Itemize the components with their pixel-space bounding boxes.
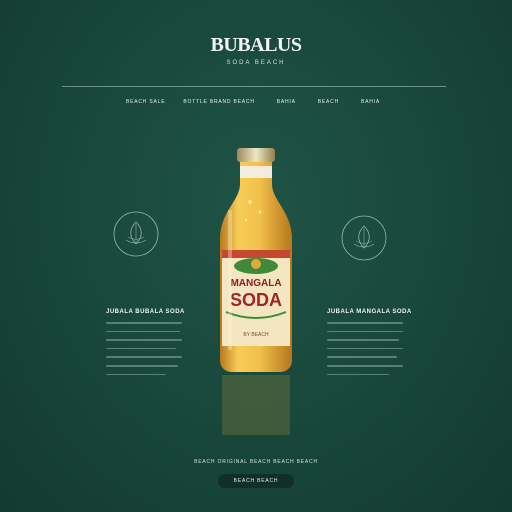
main-nav: BEACH SALE BOTTLE BRAND BEACH BAHIA BEAC… xyxy=(0,99,512,105)
brand-logo[interactable]: BUBALUS xyxy=(0,34,512,57)
left-circle-leaf-icon xyxy=(113,211,159,257)
product-bottle-image: MANGALA SODA BY BEACH xyxy=(220,148,292,372)
cta-button[interactable]: BEACH BEACH xyxy=(218,474,294,488)
left-column-heading: JUBALA BUBALA SODA xyxy=(106,309,185,315)
nav-item-3[interactable]: BAHIA xyxy=(275,99,298,105)
nav-item-4[interactable]: BEACH xyxy=(316,99,341,105)
nav-item-1[interactable]: BEACH SALE xyxy=(124,99,167,105)
nav-item-5[interactable]: BAHIA xyxy=(359,99,382,105)
brand-tagline: SODA BEACH xyxy=(226,60,286,66)
label-small-text: BY BEACH xyxy=(243,332,269,338)
right-circle-leaf-icon xyxy=(341,215,387,261)
product-reflection xyxy=(222,375,290,435)
right-column-heading: JUBALA MANGALA SODA xyxy=(327,309,412,315)
label-line-1: MANGALA xyxy=(230,278,281,289)
label-line-2: SODA xyxy=(230,290,282,310)
right-column-text xyxy=(327,322,403,382)
footer-tagline: BEACH ORIGINAL BEACH BEACH BEACH xyxy=(194,459,318,465)
header-divider xyxy=(62,86,446,87)
left-column-text xyxy=(106,322,182,382)
nav-item-2[interactable]: BOTTLE BRAND BEACH xyxy=(181,99,256,105)
